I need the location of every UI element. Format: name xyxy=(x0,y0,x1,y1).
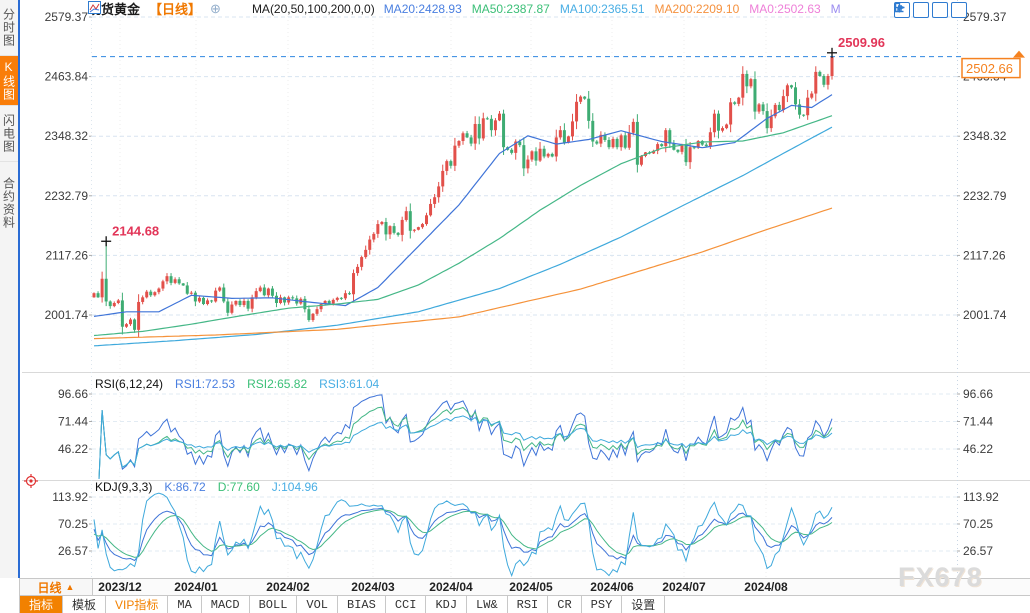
kdj-label: KDJ(9,3,3) xyxy=(95,480,152,494)
x-axis-month-label: 2024/08 xyxy=(744,580,787,594)
toolbar-item-CR[interactable]: CR xyxy=(548,596,581,613)
indicator-value: RSI1:72.53 xyxy=(175,377,235,391)
svg-text:2232.79: 2232.79 xyxy=(963,189,1007,203)
ma-formula: MA(20,50,100,200,0,0) xyxy=(252,2,375,16)
toolbar-item-VIP指标[interactable]: VIP指标 xyxy=(106,596,168,613)
x-axis-month-label: 2024/01 xyxy=(174,580,217,594)
toolbar-item-模板[interactable]: 模板 xyxy=(63,596,106,613)
svg-text:113.92: 113.92 xyxy=(963,490,999,504)
toolbar-item-MA[interactable]: MA xyxy=(168,596,201,613)
sidebar-tab-2[interactable]: K线图 xyxy=(0,56,18,106)
toolbar-item-设置[interactable]: 设置 xyxy=(622,596,665,613)
toolbar-item-BIAS[interactable]: BIAS xyxy=(338,596,386,613)
x-axis-month-label: 2024/07 xyxy=(662,580,705,594)
period-tag: 【日线】 xyxy=(149,0,201,18)
price-annotation: 2509.96 xyxy=(838,35,885,50)
candlestick-series xyxy=(93,53,834,338)
ma-value: MA50:2387.87 xyxy=(472,2,550,16)
ma-values: MA20:2428.93 MA50:2387.87 MA100:2365.51 MA2… xyxy=(384,2,841,16)
expand-chart-icon[interactable] xyxy=(932,2,948,18)
svg-text:2232.79: 2232.79 xyxy=(45,189,89,203)
toolbar-item-MACD[interactable]: MACD xyxy=(202,596,250,613)
indicator-value: K:86.72 xyxy=(164,480,205,494)
kdj-line-j xyxy=(94,493,832,576)
bottom-left-corner xyxy=(0,578,20,613)
kdj-panel-header: KDJ(9,3,3) K:86.72 D:77.60 J:104.96 xyxy=(95,480,318,494)
watermark: FX678 xyxy=(898,562,983,593)
x-axis-month-label: 2024/02 xyxy=(266,580,309,594)
toolbar-item-PSY[interactable]: PSY xyxy=(582,596,623,613)
x-axis-month-label: 2023/12 xyxy=(98,580,141,594)
svg-text:46.22: 46.22 xyxy=(963,442,993,456)
svg-text:2001.74: 2001.74 xyxy=(45,308,89,322)
svg-text:2348.32: 2348.32 xyxy=(963,129,1007,143)
toolbar-item-LW&[interactable]: LW& xyxy=(467,596,508,613)
ma-value: MA200:2209.10 xyxy=(655,2,740,16)
svg-text:2579.37: 2579.37 xyxy=(963,10,1007,24)
toolbar-item-RSI[interactable]: RSI xyxy=(508,596,549,613)
circle-plus-icon[interactable]: ⊕ xyxy=(210,2,221,15)
compress-chart-icon[interactable] xyxy=(913,2,929,18)
svg-text:2001.74: 2001.74 xyxy=(963,308,1007,322)
indicator-value: RSI2:65.82 xyxy=(247,377,307,391)
x-axis-row: 日线 ▲ 2023/12 2024/01 2024/02 2024/03 2024/04… xyxy=(20,578,1030,596)
toolbar-item-CCI[interactable]: CCI xyxy=(386,596,427,613)
svg-text:113.92: 113.92 xyxy=(52,490,88,504)
indicator-value: J:104.96 xyxy=(272,480,318,494)
ma-value: MA20:2428.93 xyxy=(384,2,462,16)
ma-line-MA100 xyxy=(94,127,832,346)
kdj-line-d xyxy=(94,510,832,558)
sidebar-tab-1[interactable]: 分时图 xyxy=(0,0,18,56)
sidebar-tab-3[interactable]: 闪电图 xyxy=(0,106,18,162)
ma-value: MA0:2502.63 xyxy=(749,2,820,16)
svg-text:71.44: 71.44 xyxy=(58,415,88,429)
indicator-value: D:77.60 xyxy=(218,480,260,494)
ma-value: M xyxy=(831,2,841,16)
period-selector-arrow-icon: ▲ xyxy=(66,582,75,592)
svg-text:46.22: 46.22 xyxy=(58,442,88,456)
svg-text:2117.26: 2117.26 xyxy=(46,248,89,262)
period-selector-label: 日线 xyxy=(38,579,62,596)
svg-text:70.25: 70.25 xyxy=(58,517,88,531)
svg-text:2463.84: 2463.84 xyxy=(45,70,89,84)
toolbar-item-BOLL[interactable]: BOLL xyxy=(250,596,298,613)
toolbar-item-指标[interactable]: 指标 xyxy=(20,596,63,613)
current-price-tag-value: 2502.66 xyxy=(966,61,1013,76)
x-axis-month-label: 2024/06 xyxy=(590,580,633,594)
ma-value: MA100:2365.51 xyxy=(560,2,645,16)
indicator-value: RSI3:61.04 xyxy=(319,377,379,391)
svg-text:2348.32: 2348.32 xyxy=(45,129,89,143)
toolbar-item-KDJ[interactable]: KDJ xyxy=(426,596,467,613)
price-up-triangle-icon xyxy=(1013,51,1025,58)
svg-text:96.66: 96.66 xyxy=(963,387,993,401)
chart-region[interactable]: 2579.372579.372463.842463.842348.322348.… xyxy=(20,0,1030,578)
svg-text:2579.37: 2579.37 xyxy=(45,10,89,24)
rsi-panel-header: RSI(6,12,24) RSI1:72.53 RSI2:65.82 RSI3:61… xyxy=(95,377,379,391)
x-axis-month-label: 2024/05 xyxy=(509,580,552,594)
x-axis-month-label: 2024/04 xyxy=(429,580,472,594)
target-icon[interactable] xyxy=(24,474,38,488)
ma-line-MA20 xyxy=(94,95,832,317)
period-selector[interactable]: 日线 ▲ xyxy=(20,579,93,595)
svg-text:2117.26: 2117.26 xyxy=(963,248,1006,262)
kdj-line-k xyxy=(94,508,832,560)
svg-text:71.44: 71.44 xyxy=(963,415,993,429)
toolbar-item-VOL[interactable]: VOL xyxy=(297,596,338,613)
indicator-chart-icon xyxy=(230,2,243,15)
price-annotation: 2144.68 xyxy=(112,223,159,238)
rsi-label: RSI(6,12,24) xyxy=(95,377,163,391)
indicator-toolbar: 指标模板VIP指标MAMACDBOLLVOLBIASCCIKDJLW&RSICR… xyxy=(20,596,1030,613)
left-sidebar: 分时图K线图闪电图合约资料 xyxy=(0,0,20,578)
x-axis-month-label: 2024/03 xyxy=(351,580,394,594)
svg-text:70.25: 70.25 xyxy=(963,517,993,531)
ma-line-MA200 xyxy=(94,208,832,339)
svg-text:26.57: 26.57 xyxy=(58,544,88,558)
chart-header: 现货黄金 【日线】 ⊕ MA(20,50,100,200,0,0) MA20:2… xyxy=(88,1,841,16)
svg-text:26.57: 26.57 xyxy=(963,544,993,558)
chart-toolbar-icons xyxy=(894,2,967,18)
exit-chart-icon[interactable] xyxy=(951,2,967,18)
sidebar-tab-4[interactable]: 合约资料 xyxy=(0,162,18,244)
svg-text:96.66: 96.66 xyxy=(58,387,88,401)
